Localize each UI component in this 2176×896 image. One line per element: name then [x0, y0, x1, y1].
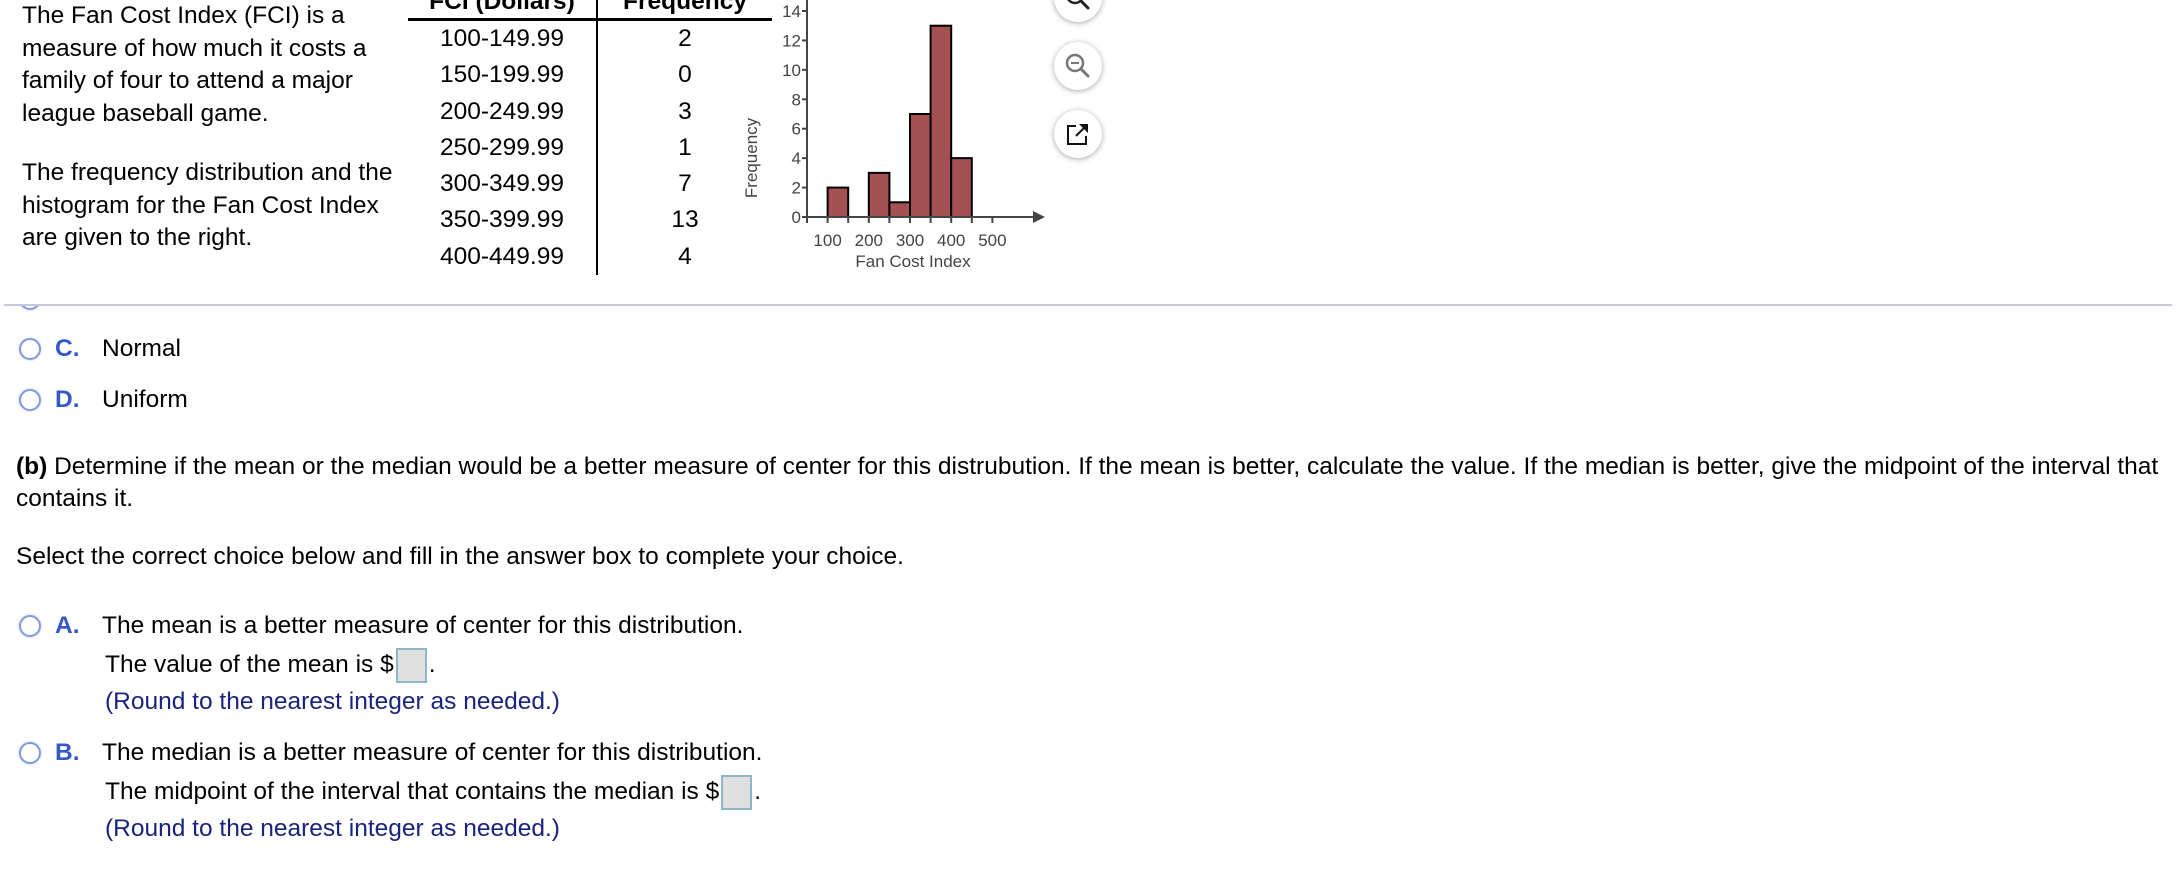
mean-answer-line: The value of the mean is $. [105, 648, 436, 683]
option-label: Left Skewed [102, 306, 237, 313]
table-header-row: FCI (Dollars) Frequency [408, 0, 772, 21]
option-c[interactable]: C. Normal [0, 335, 181, 363]
option-label: The median is a better measure of center… [102, 739, 763, 766]
table-row: 250-299.99 1 [408, 129, 772, 167]
radio-button[interactable] [19, 338, 41, 360]
mean-prompt: The value of the mean is $ [105, 650, 394, 678]
option-letter: B. [55, 306, 102, 313]
radio-button[interactable] [19, 615, 41, 637]
problem-intro: The Fan Cost Index (FCI) is a measure of… [22, 0, 402, 255]
table-row: 400-449.99 4 [408, 238, 772, 276]
period: . [754, 777, 762, 805]
option-letter: D. [55, 386, 80, 413]
option-d[interactable]: D. Uniform [0, 386, 188, 414]
histogram-bar [909, 113, 932, 218]
table-row: 200-249.99 3 [408, 93, 772, 130]
option-b-a[interactable]: A. The mean is a better measure of cente… [0, 612, 743, 640]
y-tick-label: 2 [792, 179, 801, 198]
intro-paragraph-1: The Fan Cost Index (FCI) is a measure of… [22, 2, 367, 127]
x-axis-arrow [1033, 211, 1045, 223]
option-b-row[interactable]: B. Left Skewed [0, 306, 237, 313]
x-tick-label: 200 [855, 231, 883, 250]
option-letter: C. [55, 335, 80, 362]
rounding-hint: (Round to the nearest integer as needed.… [105, 688, 560, 715]
part-b-question: (b) Determine if the mean or the median … [16, 451, 2166, 515]
y-tick-label: 0 [792, 208, 801, 227]
zoom-in-icon [1067, 0, 1090, 10]
table-row: 350-399.99 13 [408, 202, 772, 239]
part-b-question-text: Determine if the mean or the median woul… [16, 453, 2159, 512]
y-tick-label: 4 [792, 149, 801, 168]
x-tick-label: 100 [813, 231, 841, 250]
external-link-icon [1067, 124, 1088, 145]
histogram-bar [888, 201, 911, 219]
radio-button[interactable] [19, 742, 41, 764]
option-letter: B. [55, 739, 80, 766]
histogram-bars [826, 24, 973, 219]
y-tick-label: 10 [782, 61, 801, 80]
option-label: The mean is a better measure of center f… [102, 612, 744, 639]
y-tick-label: 12 [782, 31, 801, 50]
histogram-bar [929, 24, 953, 219]
interval-cell: 350-399.99 [408, 202, 598, 239]
option-label: Uniform [102, 386, 188, 413]
part-b-label: (b) [16, 453, 48, 480]
histogram-chart: 0 2 4 6 8 10 12 14 100 200 300 400 500 Frequency Fan… [742, 0, 1045, 271]
frequency-table: FCI (Dollars) Frequency 100-149.99 2 150-… [408, 0, 772, 276]
x-axis-label: Fan Cost Index [855, 252, 971, 271]
median-answer-input[interactable] [721, 775, 753, 810]
table-row: 300-349.99 7 [408, 166, 772, 203]
median-prompt: The midpoint of the interval that contai… [105, 777, 720, 805]
mean-answer-input[interactable] [395, 648, 427, 683]
interval-cell: 100-149.99 [408, 19, 598, 58]
interval-cell: 200-249.99 [408, 93, 598, 130]
option-b-partial: B. Left Skewed [0, 306, 400, 314]
zoom-out-icon [1065, 53, 1090, 78]
interval-cell: 300-349.99 [408, 166, 598, 203]
histogram-bar [826, 186, 850, 218]
x-tick-label: 500 [978, 231, 1006, 250]
option-letter: A. [55, 612, 80, 639]
interval-cell: 150-199.99 [408, 57, 598, 94]
interval-cell: 400-449.99 [408, 238, 598, 276]
column-header-fci: FCI (Dollars) [408, 0, 598, 21]
popout-button[interactable] [1054, 110, 1102, 158]
option-b-b[interactable]: B. The median is a better measure of cen… [0, 739, 762, 767]
period: . [428, 650, 436, 678]
y-tick-label: 14 [782, 2, 801, 21]
y-axis-label: Frequency [742, 117, 761, 198]
histogram-bar [950, 157, 973, 218]
histogram-bar [867, 171, 891, 219]
y-tick-label: 6 [792, 120, 801, 139]
part-b-instruction: Select the correct choice below and fill… [16, 543, 904, 570]
rounding-hint: (Round to the nearest integer as needed.… [105, 815, 560, 842]
x-tick-label: 300 [896, 231, 924, 250]
zoom-out-button[interactable] [1054, 42, 1102, 90]
zoom-in-button[interactable] [1054, 0, 1102, 22]
radio-button[interactable] [19, 389, 41, 411]
intro-paragraph-2: The frequency distribution and the histo… [22, 159, 393, 251]
median-answer-line: The midpoint of the interval that contai… [105, 775, 761, 810]
table-row: 100-149.99 2 [408, 19, 772, 58]
radio-button[interactable] [19, 306, 41, 310]
y-tick-label: 8 [792, 90, 801, 109]
interval-cell: 250-299.99 [408, 129, 598, 167]
option-label: Normal [102, 335, 181, 362]
x-tick-label: 400 [937, 231, 965, 250]
table-row: 150-199.99 0 [408, 57, 772, 94]
